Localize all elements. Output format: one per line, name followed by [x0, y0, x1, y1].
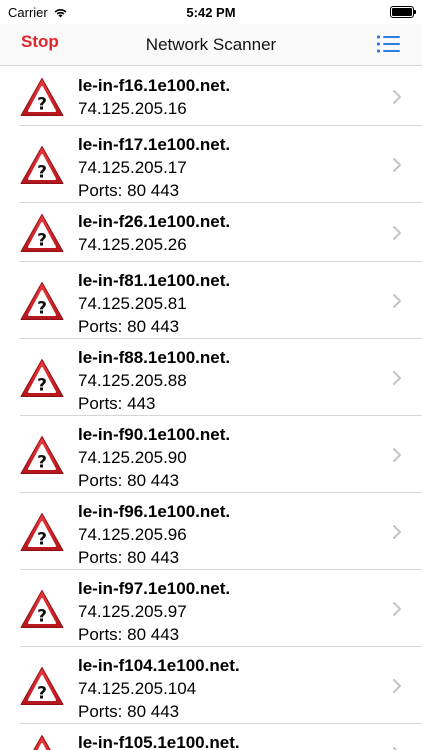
- chevron-right-icon: [393, 602, 401, 616]
- host-ip: 74.125.205.90: [78, 448, 187, 467]
- row-text: le-in-f104.1e100.net. 74.125.205.104 Por…: [78, 654, 382, 723]
- host-list: ? le-in-f16.1e100.net. 74.125.205.16 ? l…: [0, 67, 422, 750]
- svg-text:?: ?: [37, 95, 47, 115]
- row-text: le-in-f88.1e100.net. 74.125.205.88 Ports…: [78, 346, 382, 415]
- warning-icon: ?: [20, 78, 64, 116]
- host-ports: Ports: 80 443: [78, 702, 180, 721]
- warning-icon: ?: [20, 513, 64, 551]
- host-row[interactable]: ? le-in-f26.1e100.net. 74.125.205.26: [0, 203, 422, 262]
- host-name: le-in-f105.1e100.net.: [78, 733, 240, 750]
- chevron-right-icon: [393, 226, 401, 240]
- host-ports: Ports: 80 443: [78, 548, 180, 567]
- host-name: le-in-f17.1e100.net.: [78, 135, 231, 154]
- host-row[interactable]: ? le-in-f88.1e100.net. 74.125.205.88 Por…: [0, 339, 422, 416]
- host-name: le-in-f88.1e100.net.: [78, 348, 231, 367]
- chevron-right-icon: [393, 158, 401, 172]
- nav-bar: Stop Network Scanner: [0, 24, 422, 66]
- host-row[interactable]: ? le-in-f104.1e100.net. 74.125.205.104 P…: [0, 647, 422, 724]
- row-text: le-in-f26.1e100.net. 74.125.205.26: [78, 210, 382, 256]
- row-text: le-in-f97.1e100.net. 74.125.205.97 Ports…: [78, 577, 382, 646]
- svg-text:?: ?: [37, 684, 47, 704]
- svg-text:?: ?: [37, 299, 47, 319]
- status-bar: Carrier 5:42 PM: [0, 0, 422, 24]
- svg-text:?: ?: [37, 163, 47, 183]
- host-ip: 74.125.205.104: [78, 679, 197, 698]
- svg-text:?: ?: [37, 231, 47, 251]
- warning-icon: ?: [20, 359, 64, 397]
- host-row[interactable]: ? le-in-f96.1e100.net. 74.125.205.96 Por…: [0, 493, 422, 570]
- host-name: le-in-f90.1e100.net.: [78, 425, 231, 444]
- warning-icon: ?: [33, 735, 51, 750]
- warning-icon: ?: [20, 590, 64, 628]
- host-name: le-in-f97.1e100.net.: [78, 579, 231, 598]
- chevron-right-icon: [393, 747, 398, 750]
- host-name: le-in-f26.1e100.net.: [78, 212, 231, 231]
- stop-button[interactable]: Stop: [21, 32, 59, 52]
- row-text: le-in-f17.1e100.net. 74.125.205.17 Ports…: [78, 133, 382, 202]
- warning-icon: ?: [20, 436, 64, 474]
- host-ip: 74.125.205.81: [78, 294, 187, 313]
- chevron-right-icon: [393, 294, 401, 308]
- svg-text:?: ?: [37, 453, 47, 473]
- row-text: le-in-f96.1e100.net. 74.125.205.96 Ports…: [78, 500, 382, 569]
- host-ip: 74.125.205.16: [78, 99, 187, 118]
- row-text: le-in-f90.1e100.net. 74.125.205.90 Ports…: [78, 423, 382, 492]
- host-name: le-in-f81.1e100.net.: [78, 271, 231, 290]
- carrier-label: Carrier: [8, 4, 48, 20]
- chevron-right-icon: [393, 371, 401, 385]
- screen: Carrier 5:42 PM Stop Network Scanner ? l…: [0, 0, 422, 750]
- host-ip: 74.125.205.17: [78, 158, 187, 177]
- host-row[interactable]: ? le-in-f81.1e100.net. 74.125.205.81 Por…: [0, 262, 422, 339]
- status-left: Carrier: [8, 5, 68, 20]
- host-row[interactable]: ? le-in-f90.1e100.net. 74.125.205.90 Por…: [0, 416, 422, 493]
- row-text: le-in-f81.1e100.net. 74.125.205.81 Ports…: [78, 269, 382, 338]
- host-ports: Ports: 443: [78, 394, 156, 413]
- host-ports: Ports: 80 443: [78, 625, 180, 644]
- row-text: le-in-f105.1e100.net.: [78, 731, 382, 750]
- svg-text:?: ?: [37, 376, 47, 396]
- host-ports: Ports: 80 443: [78, 317, 180, 336]
- host-ports: Ports: 80 443: [78, 471, 180, 490]
- chevron-right-icon: [393, 525, 401, 539]
- battery-level: [392, 8, 412, 16]
- host-ip: 74.125.205.26: [78, 235, 187, 254]
- host-ports: Ports: 80 443: [78, 181, 180, 200]
- host-ip: 74.125.205.97: [78, 602, 187, 621]
- host-name: le-in-f16.1e100.net.: [78, 76, 231, 95]
- list-icon[interactable]: [376, 33, 400, 55]
- wifi-icon: [54, 8, 67, 17]
- chevron-right-icon: [393, 448, 401, 462]
- host-ip: 74.125.205.96: [78, 525, 187, 544]
- host-name: le-in-f104.1e100.net.: [78, 656, 240, 675]
- battery-icon: [390, 6, 416, 18]
- host-row[interactable]: ? le-in-f97.1e100.net. 74.125.205.97 Por…: [0, 570, 422, 647]
- warning-icon: ?: [20, 146, 64, 184]
- svg-text:?: ?: [37, 530, 47, 550]
- host-row[interactable]: ? le-in-f105.1e100.net.: [0, 724, 422, 750]
- row-text: le-in-f16.1e100.net. 74.125.205.16: [78, 74, 382, 120]
- host-ip: 74.125.205.88: [78, 371, 187, 390]
- svg-text:?: ?: [37, 607, 47, 627]
- chevron-right-icon: [393, 679, 401, 693]
- host-row[interactable]: ? le-in-f17.1e100.net. 74.125.205.17 Por…: [0, 126, 422, 203]
- host-row[interactable]: ? le-in-f16.1e100.net. 74.125.205.16: [0, 67, 422, 126]
- warning-icon: ?: [20, 667, 64, 705]
- warning-icon: ?: [20, 282, 64, 320]
- host-name: le-in-f96.1e100.net.: [78, 502, 231, 521]
- chevron-right-icon: [393, 90, 401, 104]
- warning-icon: ?: [20, 214, 64, 252]
- nav-title: Network Scanner: [145, 34, 277, 54]
